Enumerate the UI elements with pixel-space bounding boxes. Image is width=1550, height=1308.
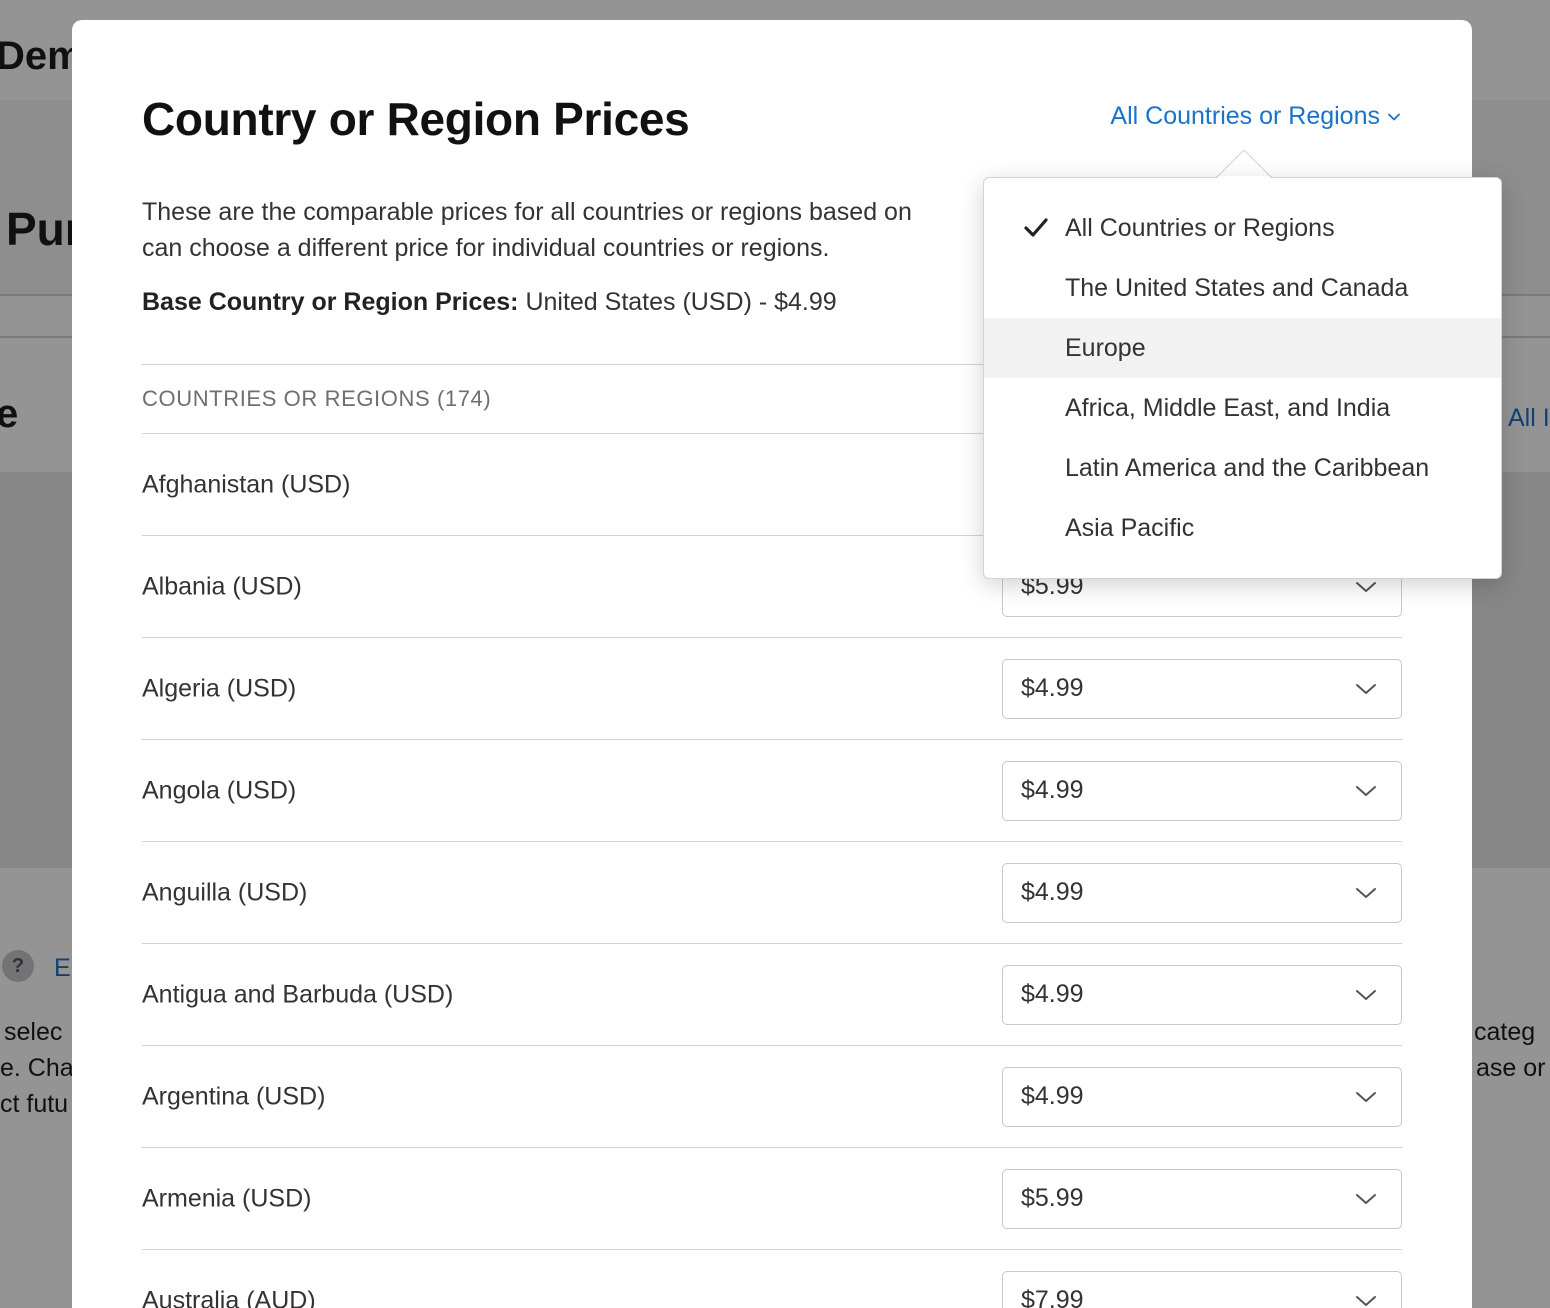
price-select[interactable]: $5.99	[1002, 1168, 1402, 1229]
menu-item-label: Asia Pacific	[1065, 513, 1195, 542]
table-row: Algeria (USD) $4.99	[142, 638, 1402, 740]
region-filter-label: All Countries or Regions	[1110, 102, 1380, 130]
menu-item-all-countries-or-regions[interactable]: All Countries or Regions	[984, 198, 1501, 258]
menu-item-label: All Countries or Regions	[1065, 213, 1335, 242]
menu-item-label: Latin America and the Caribbean	[1065, 453, 1430, 482]
region-menu-list: All Countries or Regions The United State…	[984, 198, 1501, 558]
country-name: Armenia (USD)	[142, 1184, 312, 1212]
country-name: Albania (USD)	[142, 572, 302, 600]
menu-item-label: Europe	[1065, 333, 1146, 362]
chevron-down-icon	[1356, 1193, 1376, 1204]
chevron-down-icon	[1356, 887, 1376, 898]
menu-item-the-united-states-and-canada[interactable]: The United States and Canada	[984, 258, 1501, 318]
modal-title: Country or Region Prices	[142, 93, 690, 145]
price-value: $4.99	[1021, 980, 1084, 1008]
chevron-down-icon	[1356, 1091, 1376, 1102]
menu-item-label: The United States and Canada	[1065, 273, 1409, 302]
table-row: Armenia (USD) $5.99	[142, 1148, 1402, 1250]
country-name: Argentina (USD)	[142, 1082, 326, 1110]
table-row: Argentina (USD) $4.99	[142, 1046, 1402, 1148]
table-row: Anguilla (USD) $4.99	[142, 842, 1402, 944]
checkmark-icon	[1024, 218, 1048, 237]
price-select[interactable]: $4.99	[1002, 760, 1402, 821]
price-value: $4.99	[1021, 1082, 1084, 1110]
country-name: Australia (AUD)	[142, 1286, 316, 1308]
price-value: $4.99	[1021, 776, 1084, 804]
price-select[interactable]: $4.99	[1002, 862, 1402, 923]
chevron-down-icon	[1356, 581, 1376, 592]
base-price-label: Base Country or Region Prices:	[142, 288, 519, 316]
country-name: Angola (USD)	[142, 776, 297, 804]
region-filter-dropdown[interactable]: All Countries or Regions	[1110, 102, 1402, 131]
price-select[interactable]: $4.99	[1002, 1066, 1402, 1127]
modal-description: These are the comparable prices for all …	[142, 194, 1042, 266]
description-line-2: can choose a different price for individ…	[142, 234, 830, 262]
price-value: $7.99	[1021, 1286, 1084, 1308]
chevron-down-icon	[1356, 683, 1376, 694]
price-value: $5.99	[1021, 1184, 1084, 1212]
country-name: Algeria (USD)	[142, 674, 297, 702]
chevron-down-icon	[1356, 989, 1376, 1000]
price-select[interactable]: $4.99	[1002, 658, 1402, 719]
base-price-value: United States (USD) - $4.99	[525, 288, 837, 316]
price-select[interactable]: $7.99	[1002, 1270, 1402, 1308]
country-name: Antigua and Barbuda (USD)	[142, 980, 454, 1008]
price-value: $4.99	[1021, 674, 1084, 702]
menu-item-latin-america-and-the-caribbean[interactable]: Latin America and the Caribbean	[984, 438, 1501, 498]
menu-item-label: Africa, Middle East, and India	[1065, 393, 1391, 422]
region-menu: All Countries or Regions The United State…	[983, 177, 1502, 579]
menu-item-europe[interactable]: Europe	[984, 318, 1501, 378]
table-row: Antigua and Barbuda (USD) $4.99	[142, 944, 1402, 1046]
chevron-down-icon	[1388, 113, 1400, 120]
table-row: Angola (USD) $4.99	[142, 740, 1402, 842]
menu-item-africa-middle-east-and-india[interactable]: Africa, Middle East, and India	[984, 378, 1501, 438]
table-header-label: COUNTRIES OR REGIONS (174)	[142, 386, 492, 411]
description-line-1: These are the comparable prices for all …	[142, 198, 912, 226]
chevron-down-icon	[1356, 1295, 1376, 1306]
chevron-down-icon	[1356, 785, 1376, 796]
price-value: $4.99	[1021, 878, 1084, 906]
menu-item-asia-pacific[interactable]: Asia Pacific	[984, 498, 1501, 558]
table-row: Australia (AUD) $7.99	[142, 1250, 1402, 1308]
base-price: Base Country or Region Prices: United St…	[142, 288, 837, 317]
country-name: Anguilla (USD)	[142, 878, 308, 906]
price-select[interactable]: $4.99	[1002, 964, 1402, 1025]
menu-pointer-seam	[1218, 176, 1270, 179]
country-name: Afghanistan (USD)	[142, 470, 351, 498]
